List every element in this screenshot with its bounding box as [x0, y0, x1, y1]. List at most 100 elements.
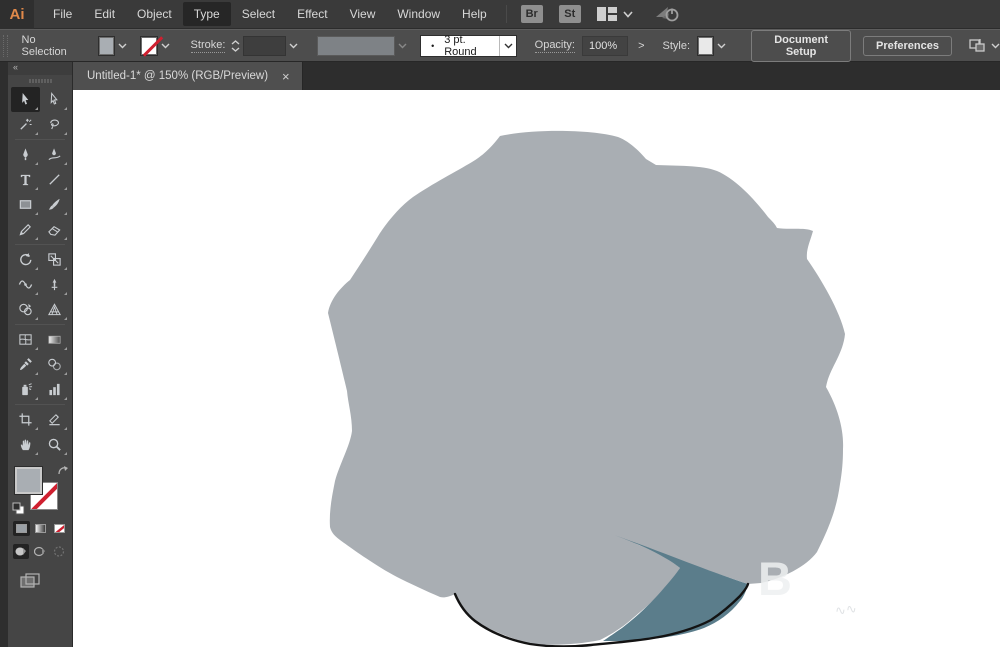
brush-definition-dropdown[interactable]: • 3 pt. Round: [420, 35, 517, 57]
opacity-field[interactable]: 100%: [582, 36, 628, 56]
mesh-icon: [18, 332, 33, 347]
gradient-button[interactable]: [32, 521, 49, 536]
none-button[interactable]: [51, 521, 68, 536]
mesh-tool[interactable]: [11, 327, 40, 352]
tool-group-divider: [15, 404, 65, 405]
draw-behind-button[interactable]: [32, 544, 48, 559]
badge-st[interactable]: St: [559, 5, 581, 23]
lasso-icon: [47, 117, 62, 132]
gradient-tool[interactable]: [40, 327, 69, 352]
stroke-weight-stepper[interactable]: [231, 40, 240, 52]
column-graph-tool[interactable]: [40, 377, 69, 402]
width-profile-dropdown[interactable]: [317, 36, 395, 56]
fill-stroke-widget: [12, 465, 72, 519]
style-swatch[interactable]: [697, 36, 714, 56]
blend-tool[interactable]: [40, 352, 69, 377]
cs-live-icon: [655, 5, 681, 23]
document-setup-button[interactable]: Document Setup: [751, 30, 851, 62]
lasso-tool[interactable]: [40, 112, 69, 137]
symbol-sprayer-tool[interactable]: [11, 377, 40, 402]
free-transform-tool[interactable]: [40, 272, 69, 297]
scale-icon: [47, 252, 62, 267]
draw-inside-icon: [53, 546, 65, 557]
screen-mode-button[interactable]: [20, 573, 40, 588]
tools-collapse-button[interactable]: «: [8, 62, 72, 75]
fill-color-swatch[interactable]: [98, 36, 115, 56]
curvature-tool[interactable]: [40, 142, 69, 167]
controlbar-grip[interactable]: [3, 35, 8, 57]
tool-group-divider: [15, 324, 65, 325]
artboard-tool[interactable]: [11, 407, 40, 432]
pen-tool[interactable]: [11, 142, 40, 167]
zoom-tool[interactable]: [40, 432, 69, 457]
screen-mode-row: [8, 573, 72, 588]
rotate-tool[interactable]: [11, 247, 40, 272]
tool-row: [11, 87, 69, 112]
fill-chevron-down-icon[interactable]: [118, 43, 127, 49]
preferences-button[interactable]: Preferences: [863, 36, 952, 56]
tool-row: [11, 377, 69, 402]
rectangle-icon: [18, 197, 33, 212]
hand-tool[interactable]: [11, 432, 40, 457]
color-button[interactable]: [13, 521, 30, 536]
rotate-icon: [18, 252, 33, 267]
direct-selection-icon: [47, 92, 62, 107]
color-icon: [16, 524, 27, 533]
type-tool[interactable]: [11, 167, 40, 192]
default-fill-stroke-icon[interactable]: [12, 502, 25, 515]
scale-tool[interactable]: [40, 247, 69, 272]
line-segment-tool[interactable]: [40, 167, 69, 192]
tool-group-divider: [15, 244, 65, 245]
magic-wand-tool[interactable]: [11, 112, 40, 137]
menu-item-view[interactable]: View: [339, 2, 387, 26]
workspace-switcher[interactable]: [597, 7, 633, 21]
eraser-tool[interactable]: [40, 217, 69, 242]
opacity-label[interactable]: Opacity:: [535, 39, 575, 53]
fill-indicator[interactable]: [14, 466, 43, 495]
menu-item-window[interactable]: Window: [386, 2, 451, 26]
paintbrush-tool[interactable]: [40, 192, 69, 217]
rectangle-tool[interactable]: [11, 192, 40, 217]
menu-item-help[interactable]: Help: [451, 2, 498, 26]
draw-inside-button[interactable]: [51, 544, 67, 559]
width-profile-chevron-down-icon[interactable]: [398, 43, 407, 49]
perspective-grid-tool[interactable]: [40, 297, 69, 322]
document-tab[interactable]: Untitled-1* @ 150% (RGB/Preview) ×: [73, 62, 303, 90]
stroke-weight-field[interactable]: [243, 36, 286, 56]
direct-selection-tool[interactable]: [40, 87, 69, 112]
stroke-weight-chevron-down-icon[interactable]: [289, 43, 298, 49]
width-tool[interactable]: [11, 272, 40, 297]
swap-fill-stroke-icon[interactable]: [57, 465, 69, 476]
shape-builder-tool[interactable]: [11, 297, 40, 322]
stroke-chevron-down-icon[interactable]: [161, 43, 170, 49]
eyedropper-tool[interactable]: [11, 352, 40, 377]
opacity-expand-button[interactable]: >: [634, 40, 648, 52]
menu-item-file[interactable]: File: [42, 2, 83, 26]
menu-item-type[interactable]: Type: [183, 2, 231, 26]
align-options[interactable]: [968, 38, 1000, 54]
slice-tool[interactable]: [40, 407, 69, 432]
artboard-canvas[interactable]: B ∿∿: [73, 90, 1000, 647]
cs-live-button[interactable]: [655, 5, 681, 23]
curvature-icon: [47, 147, 62, 162]
eraser-icon: [47, 222, 62, 237]
badge-br[interactable]: Br: [521, 5, 543, 23]
tool-grid: [8, 87, 72, 457]
stroke-color-swatch[interactable]: [140, 36, 157, 56]
draw-normal-button[interactable]: [13, 544, 29, 559]
tool-row: [11, 247, 69, 272]
menu-item-effect[interactable]: Effect: [286, 2, 338, 26]
app-badges: Br St: [521, 5, 597, 23]
brush-chevron-down-icon[interactable]: [499, 36, 515, 56]
watermark-squiggle: ∿∿: [834, 601, 858, 620]
style-chevron-down-icon[interactable]: [717, 43, 726, 49]
selection-tool[interactable]: [11, 87, 40, 112]
tools-panel-grip[interactable]: [8, 75, 72, 87]
tab-close-icon[interactable]: ×: [282, 70, 290, 83]
stroke-weight-label[interactable]: Stroke:: [191, 39, 226, 53]
menu-item-edit[interactable]: Edit: [83, 2, 126, 26]
menu-item-object[interactable]: Object: [126, 2, 183, 26]
menu-item-select[interactable]: Select: [231, 2, 286, 26]
pencil-tool[interactable]: [11, 217, 40, 242]
gradient-icon: [35, 524, 46, 533]
